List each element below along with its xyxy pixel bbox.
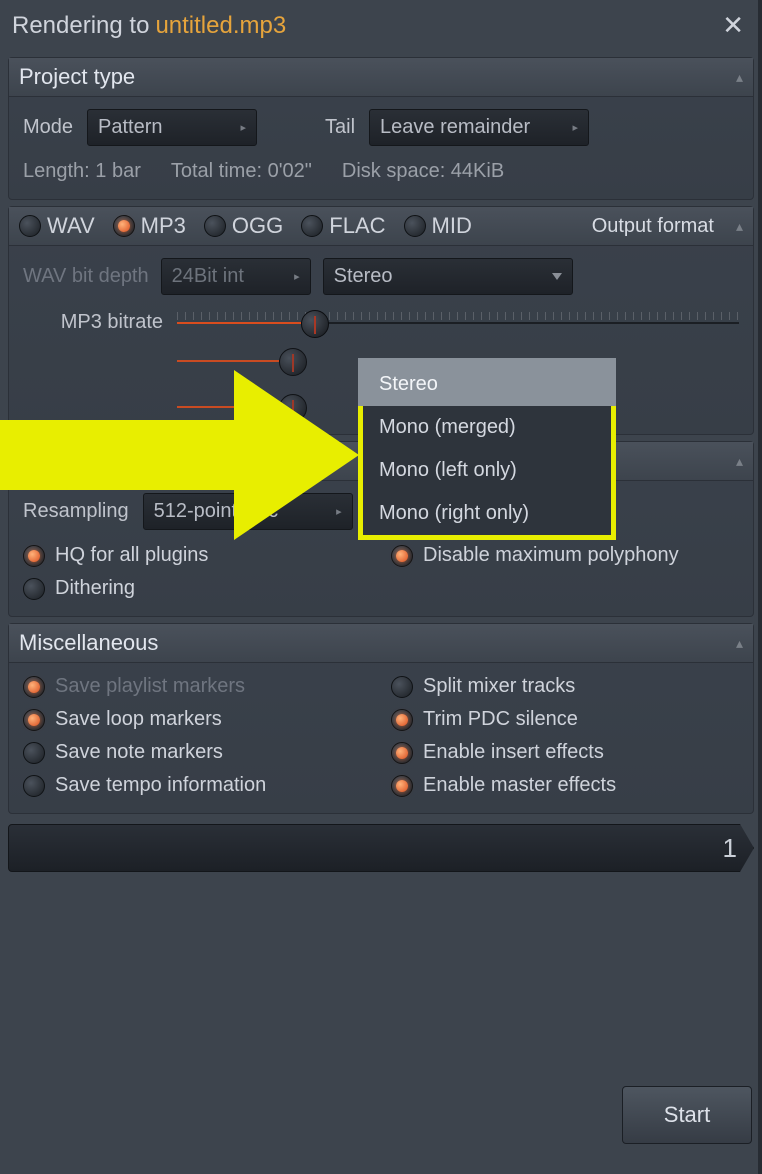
slider-knob[interactable] (301, 310, 329, 338)
mode-select[interactable]: Pattern ▸ (87, 109, 257, 146)
check-disable-polyphony[interactable]: Disable maximum polyphony (391, 544, 739, 567)
check-dithering[interactable]: Dithering (23, 577, 371, 600)
chevron-right-icon: ▸ (294, 270, 300, 283)
total-time-text: Total time: 0'02" (171, 160, 312, 183)
title-filename: untitled.mp3 (155, 12, 286, 40)
chevron-up-icon: ▴ (736, 635, 743, 652)
chevron-up-icon: ▴ (736, 218, 743, 235)
section-miscellaneous: Miscellaneous ▴ Save playlist markers Sp… (8, 623, 754, 814)
check-enable-master-effects[interactable]: Enable master effects (391, 774, 739, 797)
ogg-bitrate-slider[interactable] (177, 350, 297, 372)
chevron-right-icon: ▸ (241, 121, 247, 134)
channel-select-dropdown[interactable]: Stereo Mono (merged) Mono (left only) Mo… (358, 358, 616, 540)
mode-value: Pattern (98, 116, 162, 139)
check-save-playlist-markers[interactable]: Save playlist markers (23, 675, 371, 698)
check-save-tempo-info[interactable]: Save tempo information (23, 774, 371, 797)
channel-option-stereo[interactable]: Stereo (358, 358, 616, 406)
channel-value: Stereo (334, 265, 393, 288)
format-mid[interactable]: MID (404, 213, 472, 239)
mp3-bitrate-label: MP3 bitrate (23, 311, 163, 334)
channel-select[interactable]: Stereo (323, 258, 573, 295)
chevron-up-icon: ▴ (736, 69, 743, 86)
progress-value: 1 (723, 833, 737, 864)
format-flac[interactable]: FLAC (301, 213, 385, 239)
close-icon[interactable]: ✕ (716, 8, 750, 43)
channel-option-mono-left[interactable]: Mono (left only) (363, 449, 611, 492)
check-hq-plugins[interactable]: HQ for all plugins (23, 544, 371, 567)
length-text: Length: 1 bar (23, 160, 141, 183)
progress-bar: 1 (8, 824, 754, 872)
format-wav[interactable]: WAV (19, 213, 95, 239)
tail-label: Tail (325, 116, 355, 139)
start-button[interactable]: Start (622, 1086, 752, 1144)
check-trim-pdc-silence[interactable]: Trim PDC silence (391, 708, 739, 731)
title-prefix: Rendering to (12, 12, 149, 40)
check-enable-insert-effects[interactable]: Enable insert effects (391, 741, 739, 764)
chevron-down-icon (552, 273, 562, 280)
check-split-mixer-tracks[interactable]: Split mixer tracks (391, 675, 739, 698)
wav-depth-label: WAV bit depth (23, 265, 149, 288)
check-save-note-markers[interactable]: Save note markers (23, 741, 371, 764)
channel-option-mono-right[interactable]: Mono (right only) (363, 492, 611, 535)
mp3-bitrate-slider[interactable] (177, 312, 739, 334)
wav-depth-select: 24Bit int ▸ (161, 258, 311, 295)
section-project-type: Project type ▴ Mode Pattern ▸ Tail Leave… (8, 57, 754, 200)
annotation-arrow-icon (0, 370, 364, 540)
chevron-right-icon: ▸ (573, 121, 579, 134)
window-edge (758, 0, 762, 1174)
format-ogg[interactable]: OGG (204, 213, 283, 239)
footer: 1 (8, 824, 754, 872)
disk-space-text: Disk space: 44KiB (342, 160, 504, 183)
misc-title: Miscellaneous (19, 630, 736, 656)
section-header-output-format[interactable]: WAV MP3 OGG FLAC MID Output format ▴ (9, 207, 753, 246)
project-type-title: Project type (19, 64, 736, 90)
title-bar: Rendering to untitled.mp3 ✕ (0, 0, 762, 51)
wav-depth-value: 24Bit int (172, 265, 244, 288)
tail-select[interactable]: Leave remainder ▸ (369, 109, 589, 146)
output-format-title: Output format (592, 215, 714, 238)
tail-value: Leave remainder (380, 116, 530, 139)
mode-label: Mode (23, 116, 73, 139)
format-mp3[interactable]: MP3 (113, 213, 186, 239)
channel-option-mono-merged[interactable]: Mono (merged) (363, 406, 611, 449)
chevron-up-icon: ▴ (736, 453, 743, 470)
check-save-loop-markers[interactable]: Save loop markers (23, 708, 371, 731)
section-header-project-type[interactable]: Project type ▴ (9, 58, 753, 97)
section-header-misc[interactable]: Miscellaneous ▴ (9, 624, 753, 663)
